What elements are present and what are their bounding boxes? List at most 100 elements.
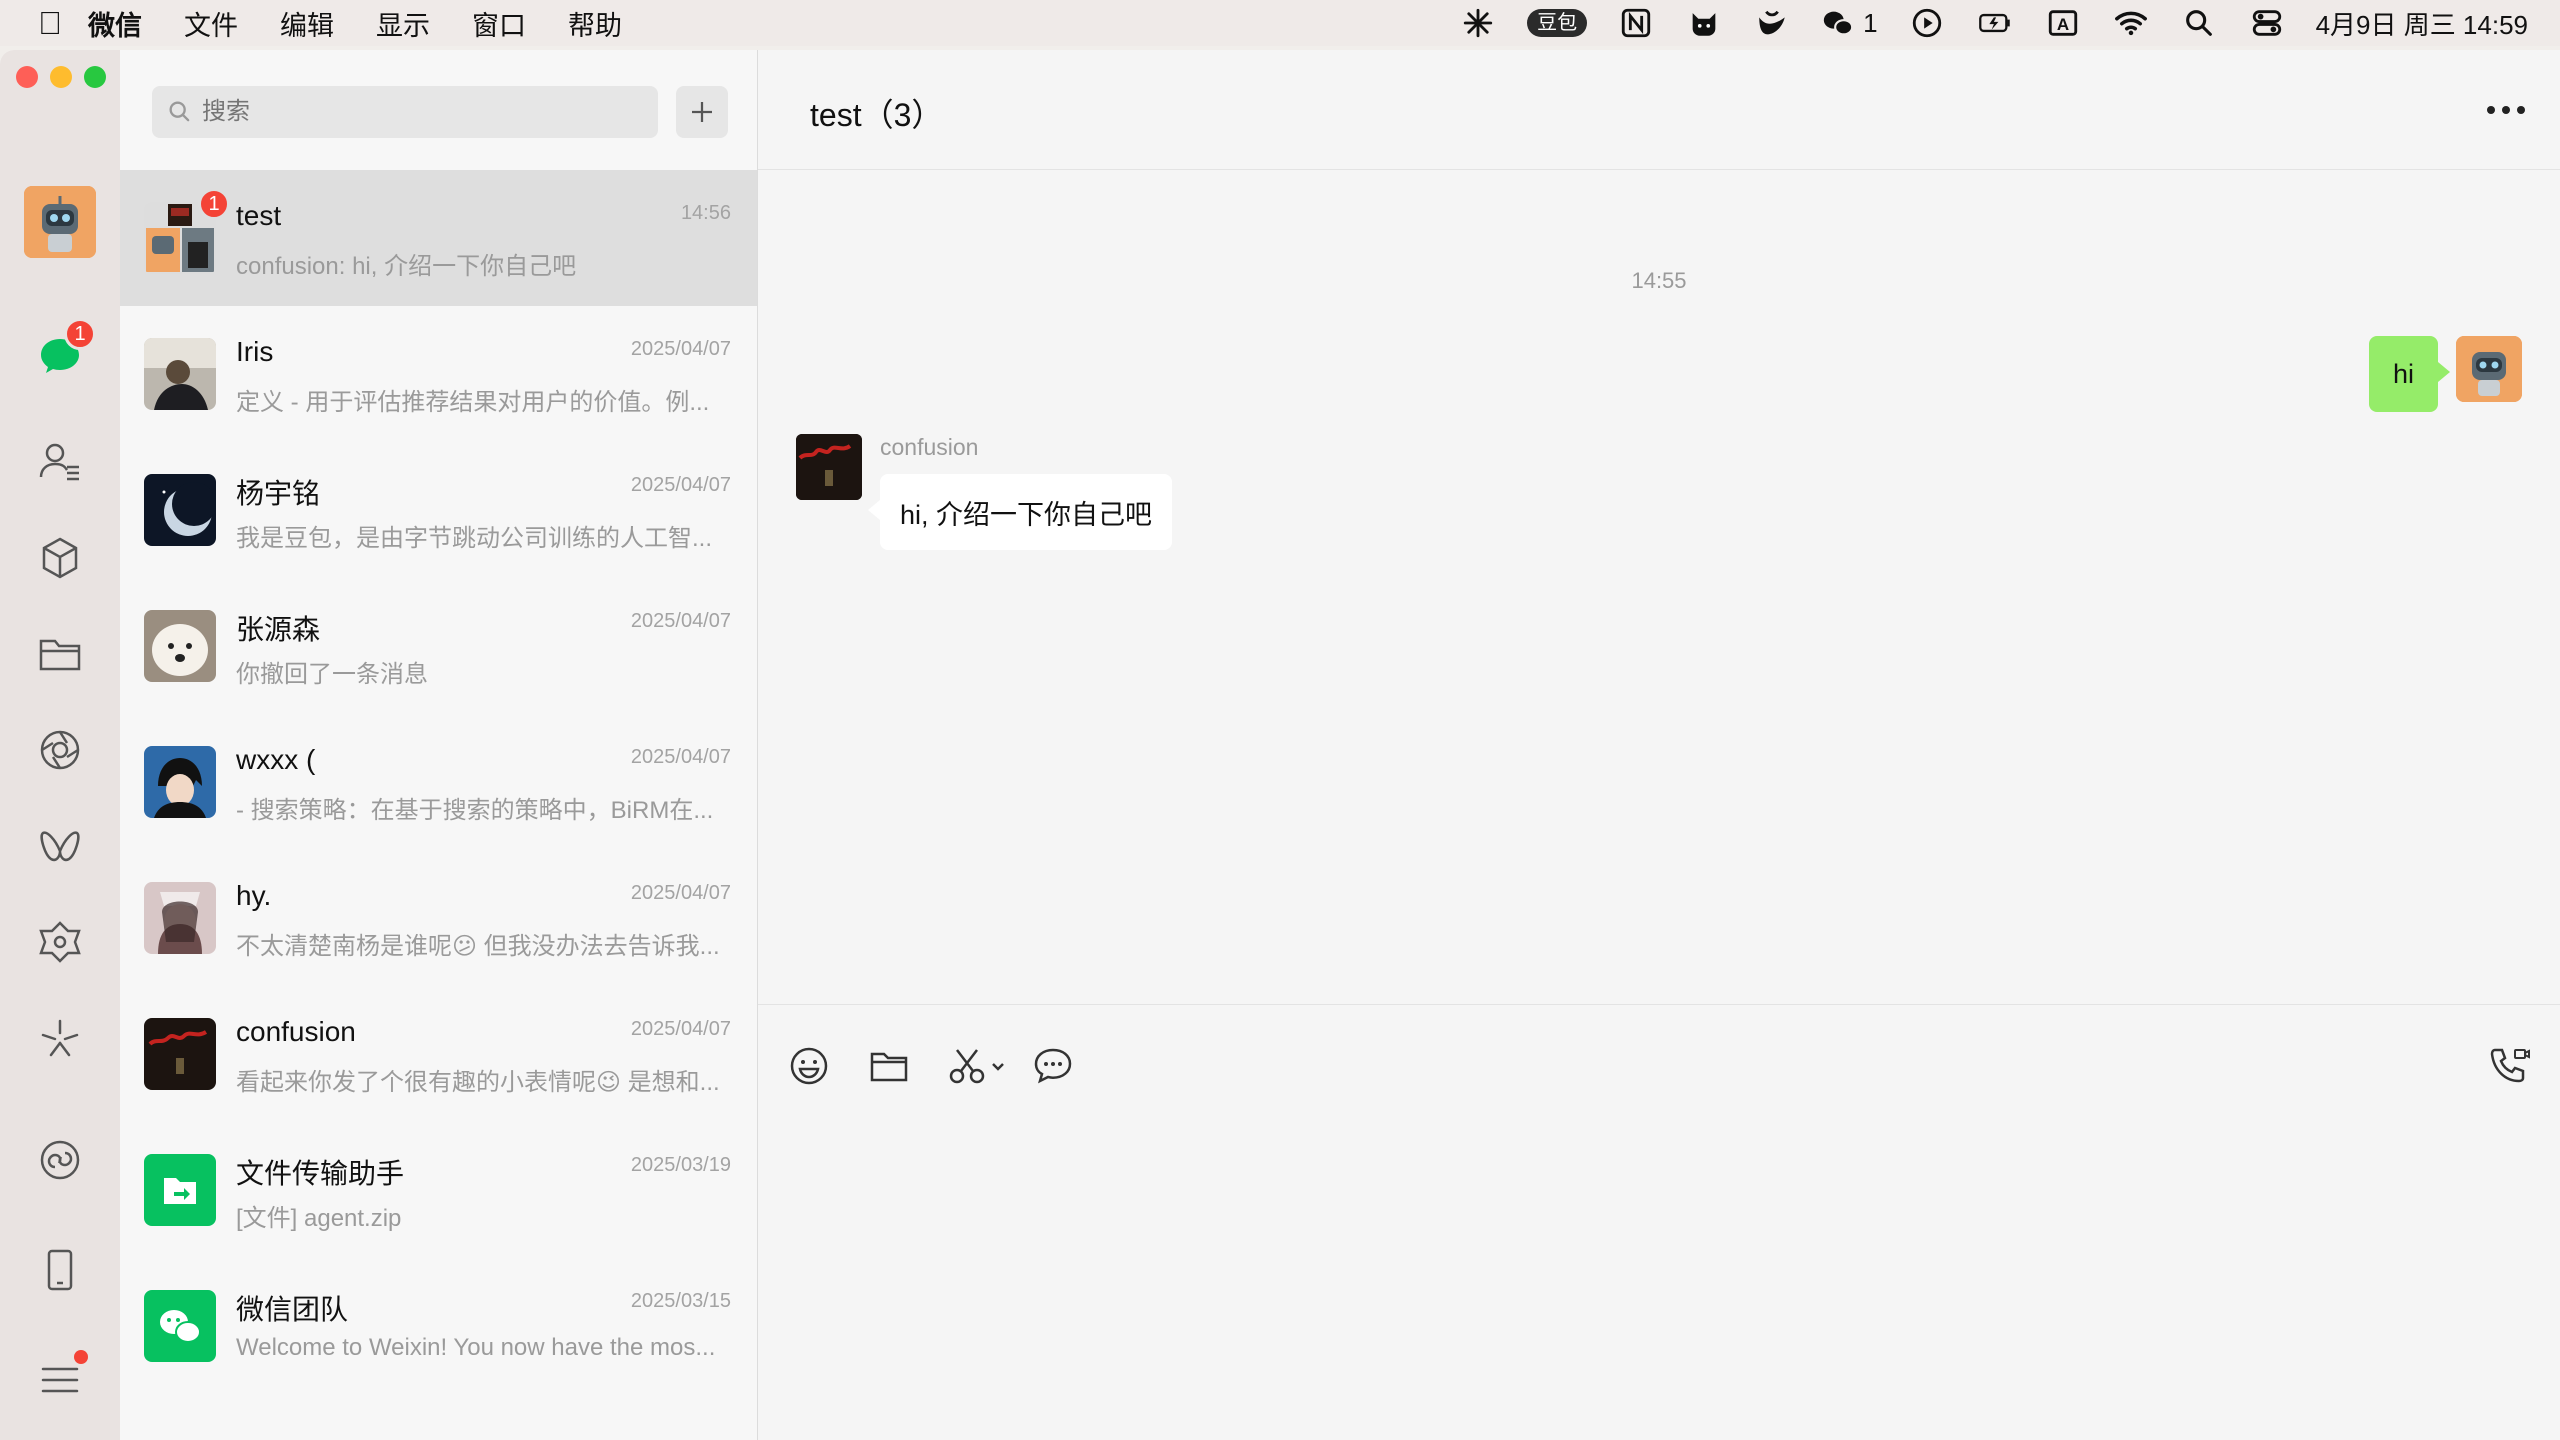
conversation-panel: test（3） 14:55 hi confusion hi, 介绍一下你自己吧	[758, 50, 2560, 1440]
menu-edit[interactable]: 编辑	[280, 4, 334, 43]
play-icon[interactable]	[1908, 6, 1946, 40]
chat-item-yangyuming[interactable]: 杨宇铭 2025/04/07 我是豆包，是由字节跳动公司训练的人工智...	[120, 442, 757, 578]
chat-preview: [文件] agent.zip	[236, 1205, 402, 1232]
chat-item-wxxx[interactable]: wxxx ( 2025/04/07 - 搜索策略：在基于搜索的策略中，BiRM在…	[120, 714, 757, 850]
chat-history-button[interactable]	[1028, 1041, 1078, 1091]
unread-badge: 1	[198, 188, 230, 220]
settings-menu-icon[interactable]	[30, 1350, 90, 1410]
miniprogram-flower-icon[interactable]	[30, 912, 90, 972]
chat-list-header	[120, 50, 757, 170]
chat-name: Iris	[236, 336, 274, 367]
screenshot-button[interactable]	[944, 1041, 1014, 1091]
input-method-icon[interactable]: A	[2044, 6, 2082, 40]
menu-file[interactable]: 文件	[184, 4, 238, 43]
wechat-window: 1 搜索 1 test 14:56 confusion: hi, 介绍一下你自己…	[0, 50, 2560, 1440]
chat-preview: confusion: hi, 介绍一下你自己吧	[236, 253, 577, 280]
search-spark-icon[interactable]	[30, 1008, 90, 1068]
outgoing-message-bubble[interactable]: hi	[2368, 336, 2451, 412]
search-input[interactable]	[202, 98, 622, 126]
chat-preview: 我是豆包，是由字节跳动公司训练的人工智...	[236, 525, 713, 552]
apple-menu-icon[interactable]: 	[38, 7, 62, 39]
notion-icon[interactable]	[1617, 6, 1655, 40]
send-file-button[interactable]	[864, 1041, 914, 1091]
incoming-message-bubble[interactable]: hi, 介绍一下你自己吧	[867, 474, 1173, 550]
message-composer	[758, 1004, 2560, 1440]
chat-name: 文件传输助手	[236, 1158, 405, 1189]
phone-device-icon[interactable]	[30, 1240, 90, 1300]
contact-avatar	[144, 746, 216, 818]
chat-time: 2025/04/07	[630, 882, 731, 904]
conversation-title: test（3）	[810, 97, 944, 133]
settings-notification-dot	[74, 1350, 88, 1364]
chat-time: 14:56	[680, 202, 731, 224]
chat-preview: - 搜索策略：在基于搜索的策略中，BiRM在...	[236, 797, 714, 824]
chat-item-file-transfer[interactable]: 文件传输助手 2025/03/19 [文件] agent.zip	[120, 1122, 757, 1258]
chats-nav-icon[interactable]: 1	[30, 318, 96, 386]
bird-icon[interactable]	[1753, 6, 1791, 40]
menu-view[interactable]: 显示	[376, 4, 430, 43]
wechat-status-item[interactable]: 1	[1821, 6, 1878, 40]
sender-name: confusion	[880, 434, 979, 460]
battery-icon[interactable]	[1976, 6, 2014, 40]
chat-name: confusion	[236, 1016, 356, 1047]
emoji-button[interactable]	[784, 1041, 834, 1091]
conversation-header: test（3）	[758, 50, 2560, 170]
contacts-nav-icon[interactable]	[30, 432, 90, 492]
sender-avatar[interactable]	[796, 434, 862, 500]
control-center-icon[interactable]	[2248, 6, 2286, 40]
nav-rail: 1	[0, 50, 120, 1440]
phone-video-icon	[2490, 1048, 2530, 1083]
miniprogram-link-icon[interactable]	[30, 1130, 90, 1190]
chat-time: 2025/04/07	[630, 610, 731, 632]
chat-preview: 不太清楚南杨是谁呢😕 但我没办法去告诉我...	[236, 933, 720, 960]
menu-help[interactable]: 帮助	[568, 4, 622, 43]
plus-icon	[692, 102, 712, 122]
chat-preview: 你撤回了一条消息	[236, 661, 428, 688]
spark-icon[interactable]	[1459, 6, 1497, 40]
chat-item-wechat-team[interactable]: 微信团队 2025/03/15 Welcome to Weixin! You n…	[120, 1258, 757, 1394]
chat-name: 杨宇铭	[236, 478, 321, 509]
chat-name: 微信团队	[236, 1294, 349, 1325]
chat-item-hy[interactable]: hy. 2025/04/07 不太清楚南杨是谁呢😕 但我没办法去告诉我...	[120, 850, 757, 986]
search-box[interactable]	[152, 86, 658, 138]
message-input[interactable]	[788, 1115, 2528, 1415]
more-options-button[interactable]	[2482, 92, 2530, 128]
my-message-avatar[interactable]	[2456, 336, 2522, 402]
chat-time: 2025/04/07	[630, 338, 731, 360]
wechat-team-avatar-icon	[144, 1290, 216, 1362]
spotlight-search-icon[interactable]	[2180, 6, 2218, 40]
message-area[interactable]: 14:55 hi confusion hi, 介绍一下你自己吧	[758, 170, 2560, 1004]
menubar-clock[interactable]: 4月9日 周三 14:59	[2316, 5, 2528, 42]
moments-aperture-icon[interactable]	[30, 720, 90, 780]
wechat-menubar-icon	[1823, 11, 1854, 36]
my-avatar[interactable]	[24, 186, 96, 258]
contact-avatar	[144, 1018, 216, 1090]
call-button[interactable]	[2484, 1041, 2534, 1091]
chat-item-iris[interactable]: Iris 2025/04/07 定义 - 用于评估推荐结果对用户的价值。例...	[120, 306, 757, 442]
chat-item-test[interactable]: 1 test 14:56 confusion: hi, 介绍一下你自己吧	[120, 170, 757, 306]
add-chat-button[interactable]	[676, 86, 728, 138]
speech-bubble-icon	[1034, 1048, 1072, 1084]
more-dots-icon	[2487, 106, 2525, 114]
chat-preview: Welcome to Weixin! You now have the mos.…	[236, 1334, 716, 1361]
maximize-window-button[interactable]	[84, 66, 106, 88]
favorites-cube-icon[interactable]	[30, 528, 90, 588]
menu-bar:  微信 文件 编辑 显示 窗口 帮助 豆包 1 A	[0, 0, 2560, 46]
contact-avatar	[144, 474, 216, 546]
menu-window[interactable]: 窗口	[472, 4, 526, 43]
window-controls	[16, 66, 106, 88]
chat-item-zhangyuansen[interactable]: 张源森 2025/04/07 你撤回了一条消息	[120, 578, 757, 714]
menu-app-name[interactable]: 微信	[88, 4, 142, 43]
cat-icon[interactable]	[1685, 6, 1723, 40]
channels-butterfly-icon[interactable]	[30, 816, 90, 876]
files-folder-icon[interactable]	[30, 624, 90, 684]
close-window-button[interactable]	[16, 66, 38, 88]
chat-item-confusion[interactable]: confusion 2025/04/07 看起来你发了个很有趣的小表情呢😉 是想…	[120, 986, 757, 1122]
wifi-icon[interactable]	[2112, 6, 2150, 40]
wechat-count: 1	[1863, 7, 1878, 38]
doubao-status-item[interactable]: 豆包	[1527, 9, 1588, 37]
contact-avatar	[144, 610, 216, 682]
contact-avatar	[144, 338, 216, 410]
minimize-window-button[interactable]	[50, 66, 72, 88]
message-time-divider: 14:55	[1631, 268, 1687, 293]
